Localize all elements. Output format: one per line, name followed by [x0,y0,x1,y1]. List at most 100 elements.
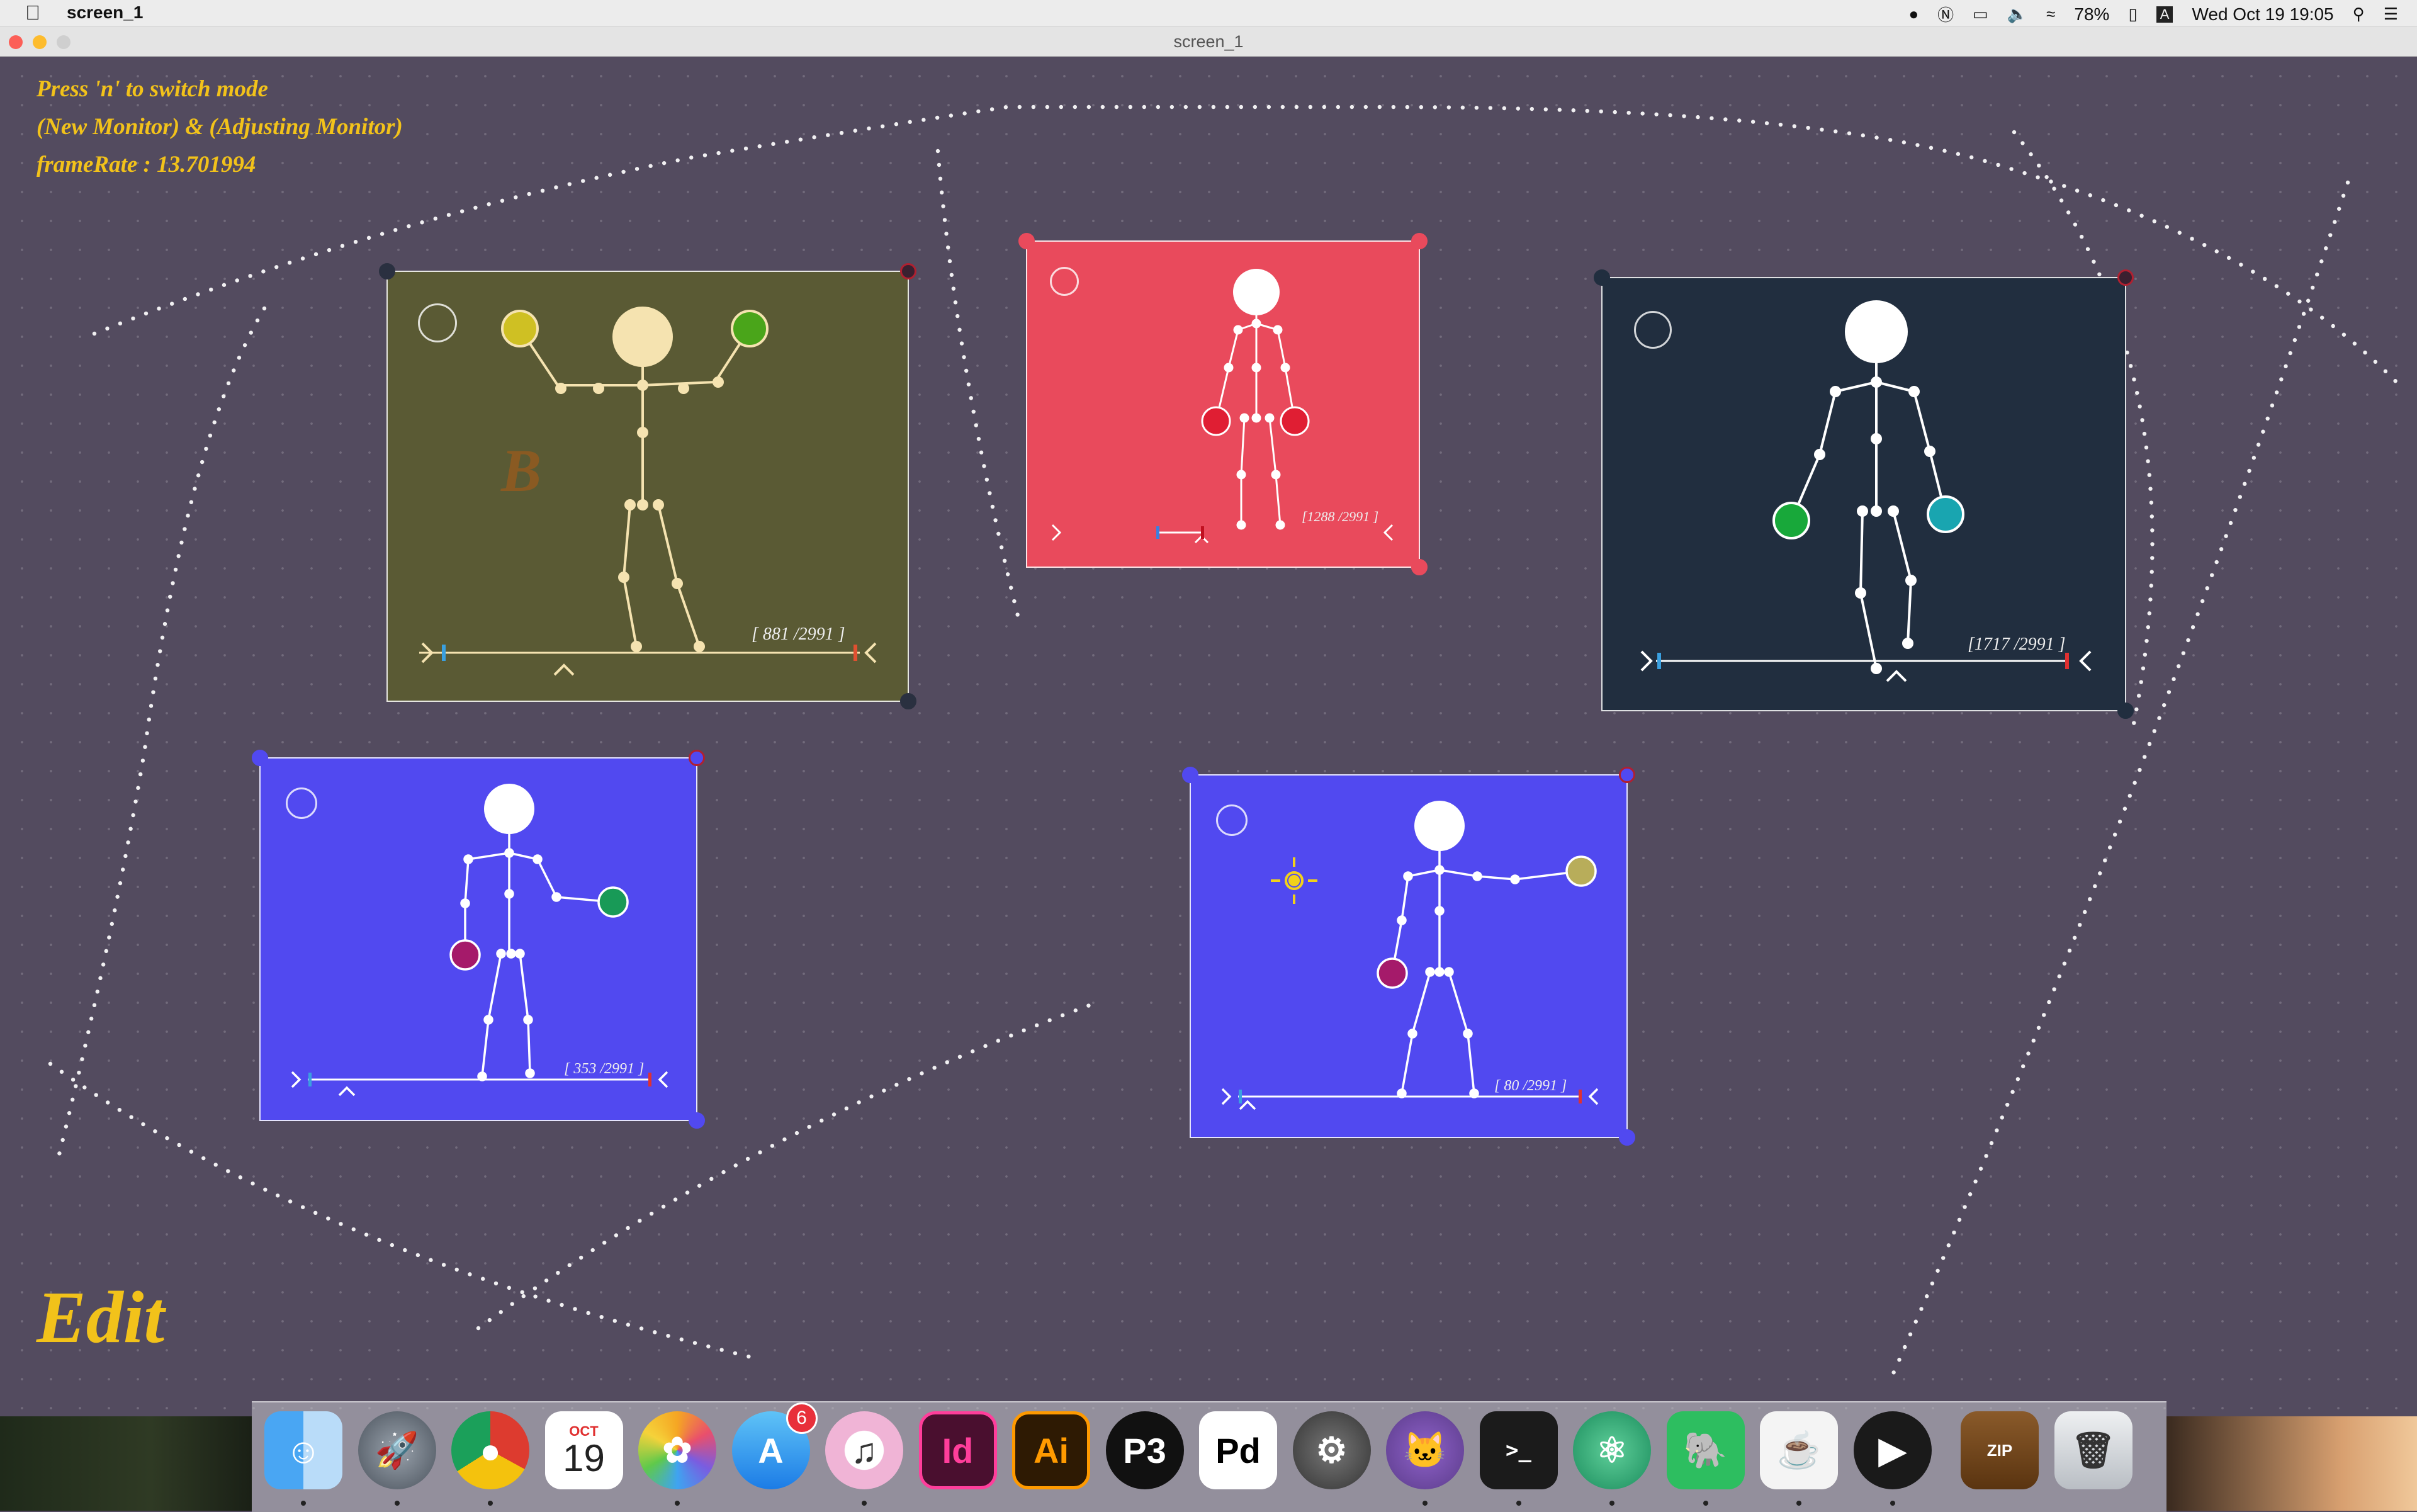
path-dot [2149,584,2153,588]
mode-label: Edit [37,1276,165,1358]
trash-icon[interactable]: 🗑 [2054,1411,2132,1489]
path-dot [844,1106,848,1111]
path-dot [441,1263,446,1267]
clock[interactable]: Wed Oct 19 19:05 [2192,4,2333,25]
monitor-2[interactable]: [1288 /2991 ] [1018,233,1428,575]
battery-percent[interactable]: 78% [2074,4,2109,25]
path-dot [719,1348,724,1352]
path-dot [2134,707,2139,712]
corner-handle-br[interactable] [2117,702,2134,719]
path-dot [70,1077,76,1082]
evernote-status-icon[interactable]: ● [1908,4,1918,24]
monitor-1[interactable]: B [ 881 /2991] [379,263,916,709]
path-dot [1557,108,1562,112]
corner-handle-tl[interactable] [252,750,268,766]
path-dot [2143,652,2148,657]
path-dot [679,1337,684,1342]
music-icon[interactable]: ♫ [825,1411,903,1489]
chrome-icon[interactable]: ● [451,1411,529,1489]
path-dot [1585,108,1589,113]
path-dot [2112,832,2117,837]
rocket-icon[interactable]: 🚀 [358,1411,436,1489]
input-source[interactable]: A [2156,6,2173,23]
path-dot [407,224,411,228]
battery-icon[interactable]: ▯ [2128,4,2137,24]
corner-handle-tl[interactable] [1182,767,1198,783]
corner-handle-br[interactable] [900,693,916,709]
path-dot [689,155,694,160]
wifi-icon[interactable]: ≈ [2046,4,2055,24]
volume-icon[interactable]: 🔈 [2007,4,2027,24]
corner-handle-tr[interactable] [1411,233,1428,249]
app-menu[interactable]: screen_1 [67,3,143,23]
airplay-icon[interactable]: ▭ [1973,4,1988,24]
corner-handle-tl[interactable] [1594,269,1610,286]
status-area: ● Ⓝ ▭ 🔈 ≈ 78% ▯ A Wed Oct 19 19:05 ⚲ ☰ [1908,3,2398,26]
path-dot [971,409,976,414]
indesign-icon[interactable]: Id [918,1411,997,1489]
corner-handle-tl[interactable] [1018,233,1035,249]
calendar-icon[interactable]: OCT 19 [544,1411,623,1489]
evernote-icon[interactable]: 🐘 [1666,1411,1745,1489]
path-dot [2228,521,2233,526]
corner-handle-br[interactable] [1619,1129,1635,1146]
path-dot [238,1175,243,1180]
path-dot [2143,755,2147,759]
path-dot [932,1066,937,1070]
apple-menu-icon[interactable]:  [25,1,40,25]
path-dot [74,1084,78,1088]
monitor-3[interactable]: [1717 /2991 ] [1594,269,2134,719]
path-dot [709,1176,714,1182]
path-dot [869,1094,874,1099]
path-dot [941,204,945,208]
path-dot [94,1093,98,1097]
play-icon[interactable]: ▶ [1853,1411,1932,1489]
monitor-4[interactable]: [ 353 /2991 ] [252,750,705,1129]
monitor-5[interactable]: [ 80 /2991 ] [1182,767,1635,1146]
path-dot [493,1281,499,1286]
spotlight-search-icon[interactable]: ⚲ [2353,4,2365,24]
path-dot [2233,507,2238,512]
sketch-canvas[interactable]: Press 'n' to switch mode (New Monitor) &… [0,57,2417,1416]
path-dot [949,113,954,118]
path-dot [747,1354,751,1359]
frame-counter: [1717 /2991 ] [1968,635,2066,654]
notification-badge: 6 [786,1402,818,1434]
path-dot [415,1253,420,1258]
terminal-icon[interactable]: >_ [1479,1411,1558,1489]
processing-icon[interactable]: P3 [1105,1411,1184,1489]
path-dot [288,1199,293,1204]
path-dot [2097,272,2102,276]
path-dot [110,922,115,926]
path-dot [1377,104,1382,110]
path-dot [2020,141,2025,145]
path-dot [1935,1268,1940,1273]
skype-status-icon[interactable]: Ⓝ [1937,3,1954,26]
path-dot [2219,547,2224,551]
finder-icon[interactable]: ☺ [264,1411,342,1489]
corner-handle-br[interactable] [689,1112,705,1129]
path-dot [393,228,398,232]
path-dot [48,1061,53,1066]
path-dot [2157,716,2161,720]
corner-handle-tr[interactable] [900,263,916,279]
java-icon[interactable]: ☕ [1760,1411,1838,1489]
corner-handle-tr[interactable] [2117,269,2134,286]
notification-center-icon[interactable]: ☰ [2384,4,2398,24]
zip-icon[interactable]: ZIP [1961,1411,2039,1489]
corner-handle-br[interactable] [1411,559,1428,575]
corner-handle-tl[interactable] [379,263,395,279]
path-dot [1516,106,1521,111]
corner-handle-tr[interactable] [689,750,705,766]
path-dot [115,894,120,899]
atom-icon[interactable]: ⚛ [1573,1411,1651,1489]
corner-handle-tr[interactable] [1619,767,1635,783]
github-icon[interactable]: 🐱 [1386,1411,1464,1489]
gear-icon[interactable]: ⚙ [1292,1411,1371,1489]
photos-icon[interactable]: ✿ [638,1411,716,1489]
illustrator-icon[interactable]: Ai [1012,1411,1090,1489]
path-dot [2037,163,2041,168]
path-dot [983,1044,988,1048]
path-dot [226,1169,230,1173]
puredata-icon[interactable]: Pd [1199,1411,1277,1489]
